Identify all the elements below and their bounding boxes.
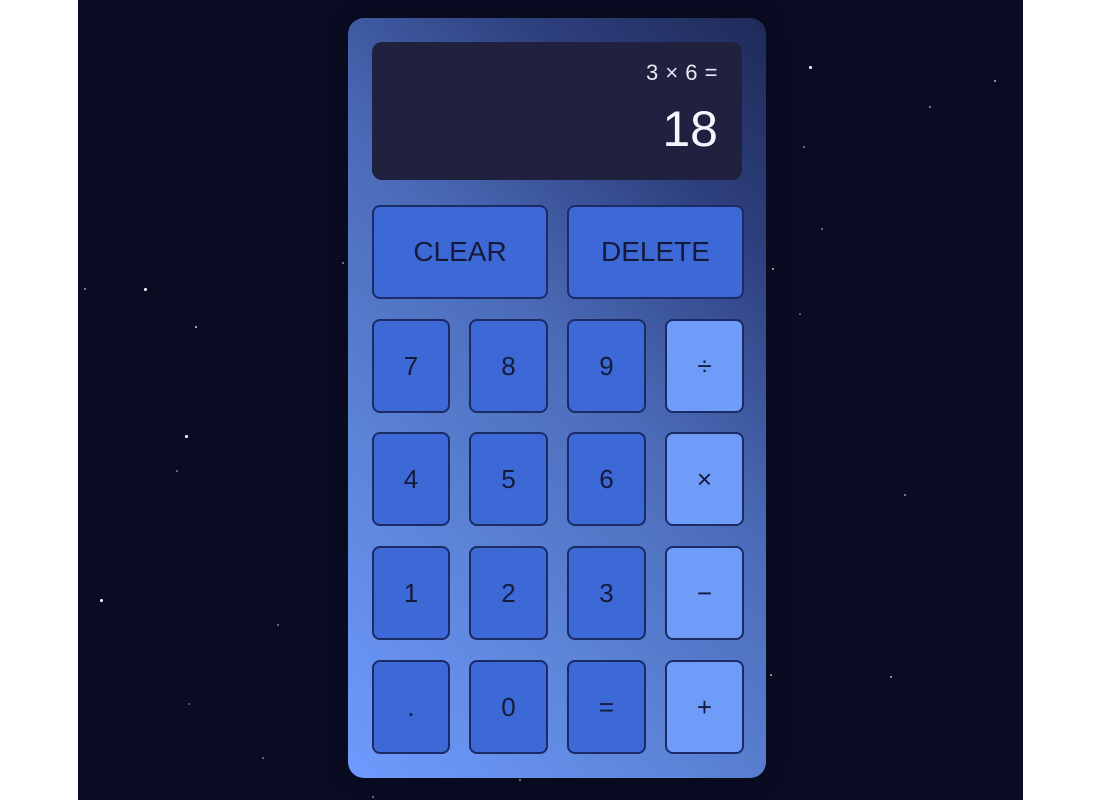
star <box>144 288 147 291</box>
key-6[interactable]: 6 <box>567 432 646 526</box>
star <box>770 674 772 676</box>
expression-readout: 3 × 6 = <box>645 60 718 85</box>
star <box>519 779 521 781</box>
star <box>890 676 892 678</box>
key-1[interactable]: 1 <box>372 546 450 640</box>
add-button[interactable]: + <box>665 660 744 754</box>
star <box>904 494 906 496</box>
star <box>100 599 103 602</box>
key-5[interactable]: 5 <box>469 432 548 526</box>
delete-button[interactable]: DELETE <box>567 205 744 299</box>
calculator: 3 × 6 = 18 CLEAR DELETE 7 8 9 ÷ 4 5 6 × … <box>348 18 766 778</box>
star <box>803 146 805 148</box>
key-9[interactable]: 9 <box>567 319 646 413</box>
key-3[interactable]: 3 <box>567 546 646 640</box>
clear-button[interactable]: CLEAR <box>372 205 548 299</box>
star <box>262 757 264 759</box>
star <box>929 106 931 108</box>
star <box>342 262 344 264</box>
star <box>772 268 774 270</box>
divide-button[interactable]: ÷ <box>665 319 744 413</box>
calculator-display: 3 × 6 = 18 <box>372 42 742 180</box>
key-0[interactable]: 0 <box>469 660 548 754</box>
star <box>176 470 178 472</box>
multiply-button[interactable]: × <box>665 432 744 526</box>
star <box>821 228 823 230</box>
result-readout: 18 <box>662 101 718 157</box>
subtract-button[interactable]: − <box>665 546 744 640</box>
star <box>994 80 996 82</box>
equals-button[interactable]: = <box>567 660 646 754</box>
key-4[interactable]: 4 <box>372 432 450 526</box>
star <box>84 288 86 290</box>
key-2[interactable]: 2 <box>469 546 548 640</box>
star <box>195 326 197 328</box>
star <box>372 796 374 798</box>
key-7[interactable]: 7 <box>372 319 450 413</box>
star <box>799 313 801 315</box>
star <box>277 624 279 626</box>
star <box>809 66 812 69</box>
star <box>188 703 190 705</box>
decimal-button[interactable]: . <box>372 660 450 754</box>
star <box>185 435 188 438</box>
key-8[interactable]: 8 <box>469 319 548 413</box>
